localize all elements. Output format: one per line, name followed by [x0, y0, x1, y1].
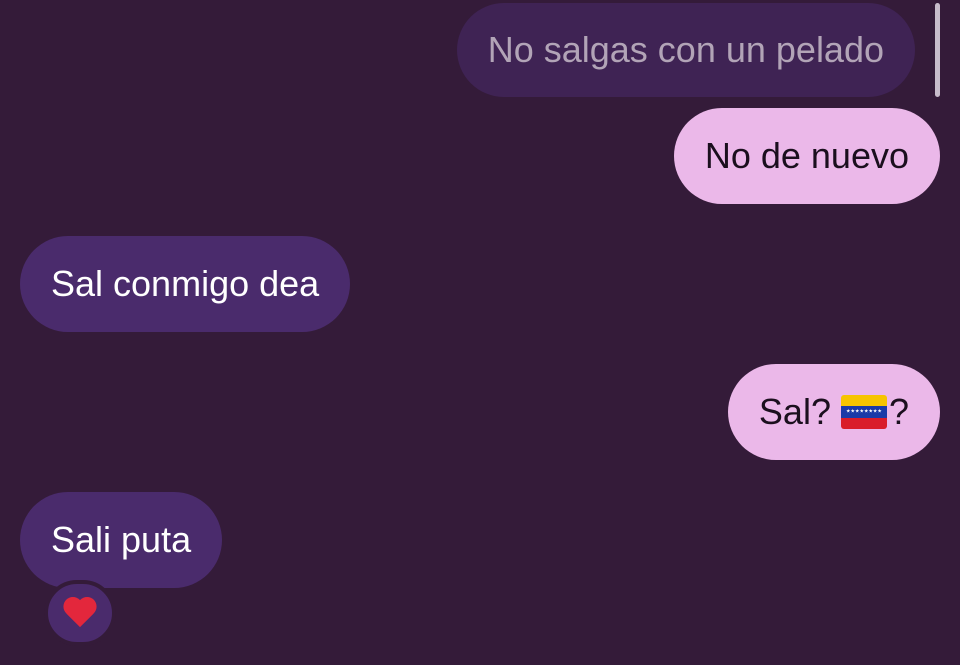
chat-thread: No salgas con un pelado No de nuevo Sal … [0, 0, 960, 665]
quoted-message-text: No salgas con un pelado [487, 29, 884, 70]
sent-message[interactable]: No de nuevo [673, 108, 940, 204]
message-text-after: ? [888, 391, 909, 432]
received-message[interactable]: Sali puta [20, 492, 223, 588]
received-message[interactable]: Sal conmigo dea [20, 236, 351, 332]
sent-message[interactable]: Sal? ★★★★★★★★ ? [727, 364, 940, 460]
message-text: Sali puta [51, 519, 192, 560]
message-text-before: Sal? [758, 391, 831, 432]
scrollbar[interactable] [935, 3, 940, 97]
venezuela-flag-icon: ★★★★★★★★ [840, 395, 887, 429]
quoted-message[interactable]: No salgas con un pelado [456, 3, 915, 97]
message-text: Sal conmigo dea [51, 263, 320, 304]
message-text: No de nuevo [704, 135, 909, 176]
heart-icon [63, 598, 97, 628]
heart-reaction[interactable] [44, 580, 116, 646]
